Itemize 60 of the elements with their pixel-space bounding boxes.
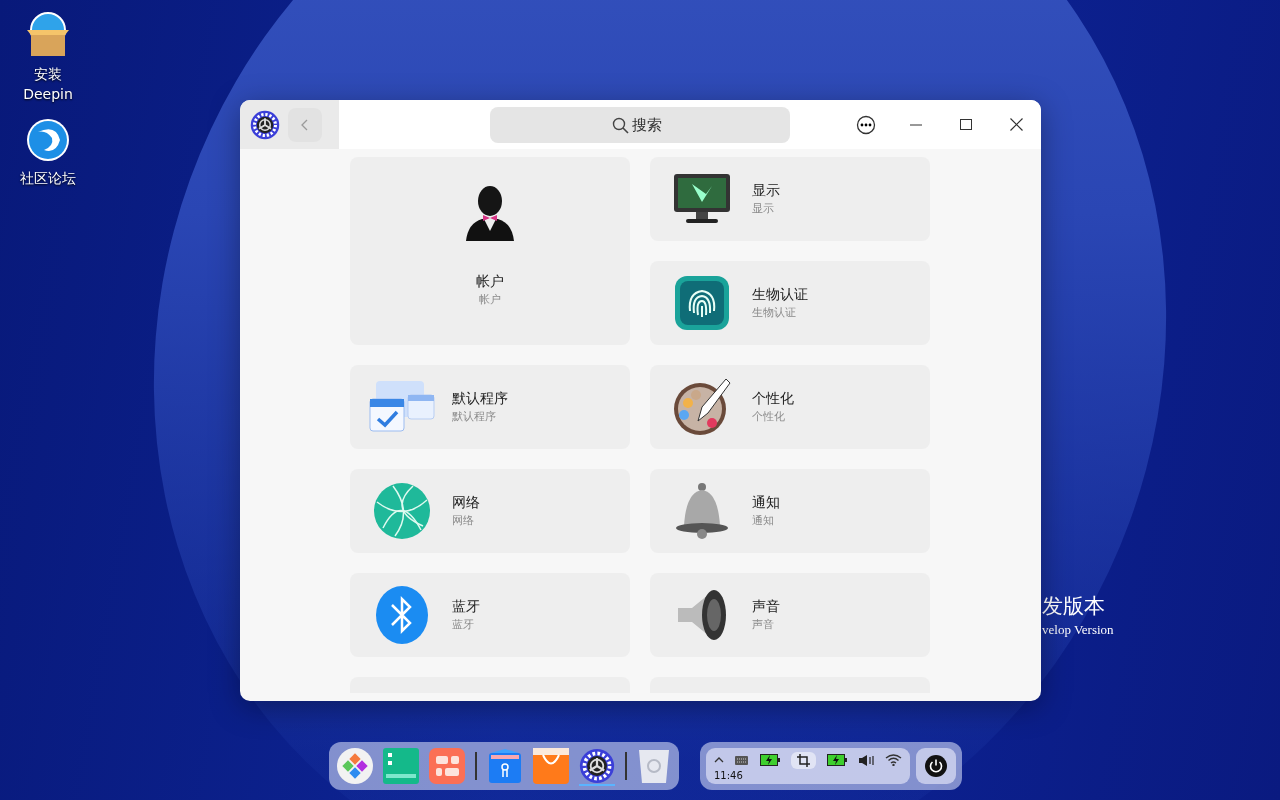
module-card[interactable]: 通知 通知 bbox=[650, 469, 930, 553]
search-field[interactable]: 搜索 bbox=[490, 106, 790, 143]
module-card[interactable]: 蓝牙 蓝牙 bbox=[350, 573, 630, 657]
battery-charging-icon[interactable] bbox=[759, 754, 780, 766]
module-title: 显示 bbox=[752, 181, 780, 200]
module-card[interactable]: 帐户 帐户 bbox=[350, 157, 630, 345]
globe-icon bbox=[373, 482, 431, 540]
desktop-icon-label[interactable]: 社区论坛 bbox=[18, 168, 78, 188]
module-subtitle: 帐户 bbox=[479, 292, 501, 308]
minimize-icon bbox=[910, 123, 922, 126]
chevron-left-icon bbox=[301, 118, 309, 131]
fingerprint-icon bbox=[674, 275, 730, 331]
maximize-icon bbox=[960, 119, 972, 130]
chevron-up-icon[interactable] bbox=[714, 757, 724, 763]
module-subtitle: 默认程序 bbox=[452, 409, 497, 425]
crop-icon bbox=[797, 753, 810, 767]
keyboard-icon[interactable] bbox=[735, 755, 749, 765]
module-title: 生物认证 bbox=[752, 285, 808, 304]
module-title: 个性化 bbox=[752, 389, 794, 408]
desktop-icon-label[interactable]: 安装 Deepin bbox=[18, 64, 78, 104]
module-subtitle: 通知 bbox=[752, 513, 775, 529]
gear-icon bbox=[579, 748, 615, 784]
module-title: 默认程序 bbox=[452, 389, 508, 408]
module-card[interactable]: 声音 声音 bbox=[650, 573, 930, 657]
monitor-icon bbox=[672, 172, 732, 226]
swirl-logo-icon[interactable] bbox=[26, 118, 70, 162]
wifi-icon[interactable] bbox=[884, 754, 902, 766]
close-icon bbox=[1009, 118, 1023, 131]
app-windows-icon bbox=[368, 379, 436, 435]
module-subtitle: 个性化 bbox=[752, 409, 786, 425]
search-icon bbox=[612, 116, 629, 134]
bell-icon bbox=[674, 482, 730, 540]
module-title: 通知 bbox=[752, 493, 780, 512]
watermark-subtitle: velop Version bbox=[1042, 622, 1114, 638]
screenshot-button[interactable] bbox=[791, 751, 816, 769]
more-icon bbox=[856, 114, 876, 135]
power-icon bbox=[925, 755, 947, 777]
module-card[interactable]: 显示 显示 bbox=[650, 157, 930, 241]
power-button[interactable] bbox=[916, 748, 956, 784]
gear-icon bbox=[250, 109, 280, 140]
module-subtitle: 蓝牙 bbox=[452, 617, 475, 633]
module-card[interactable]: 生物认证 生物认证 bbox=[650, 261, 930, 345]
module-subtitle: 声音 bbox=[752, 617, 775, 633]
module-title: 网络 bbox=[452, 493, 480, 512]
paint-palette-icon bbox=[672, 377, 732, 437]
module-subtitle: 显示 bbox=[752, 201, 775, 217]
module-title: 声音 bbox=[752, 597, 780, 616]
battery-charging-icon[interactable] bbox=[827, 754, 848, 766]
module-title: 帐户 bbox=[476, 272, 504, 291]
dock-item[interactable] bbox=[579, 748, 615, 786]
module-subtitle: 网络 bbox=[452, 513, 475, 529]
box-icon[interactable] bbox=[25, 12, 71, 58]
module-subtitle: 生物认证 bbox=[752, 305, 797, 321]
watermark-title: 发版本 bbox=[1042, 593, 1106, 620]
module-card[interactable]: 个性化 个性化 bbox=[650, 365, 930, 449]
module-card[interactable]: 默认程序 默认程序 bbox=[350, 365, 630, 449]
module-card[interactable]: 网络 网络 bbox=[350, 469, 630, 553]
bluetooth-icon bbox=[374, 585, 430, 645]
module-title: 蓝牙 bbox=[452, 597, 480, 616]
volume-icon[interactable] bbox=[858, 754, 874, 766]
